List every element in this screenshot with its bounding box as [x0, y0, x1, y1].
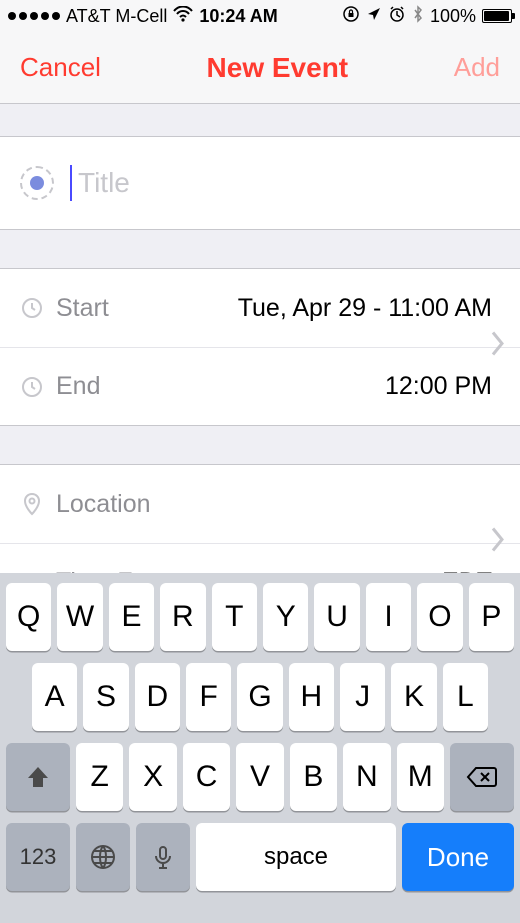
key-p[interactable]: P — [469, 583, 514, 651]
status-bar: AT&T M-Cell 10:24 AM 100% — [0, 0, 520, 32]
add-button[interactable]: Add — [454, 52, 500, 83]
kb-row-1: QWERTYUIOP — [6, 583, 514, 651]
wifi-icon — [173, 6, 193, 27]
key-d[interactable]: D — [135, 663, 180, 731]
status-left: AT&T M-Cell 10:24 AM — [8, 6, 278, 27]
key-w[interactable]: W — [57, 583, 102, 651]
bluetooth-icon — [412, 5, 424, 28]
key-r[interactable]: R — [160, 583, 205, 651]
key-u[interactable]: U — [314, 583, 359, 651]
page-title: New Event — [207, 52, 349, 84]
key-n[interactable]: N — [343, 743, 390, 811]
start-row[interactable]: Start Tue, Apr 29 - 11:00 AM — [0, 269, 520, 347]
key-x[interactable]: X — [129, 743, 176, 811]
key-h[interactable]: H — [289, 663, 334, 731]
signal-dots-icon — [8, 12, 60, 20]
location-arrow-icon — [366, 6, 382, 27]
key-t[interactable]: T — [212, 583, 257, 651]
cancel-button[interactable]: Cancel — [20, 52, 101, 83]
location-row[interactable]: Location — [0, 465, 520, 543]
title-input[interactable] — [70, 165, 500, 201]
status-time: 10:24 AM — [199, 6, 277, 27]
status-right: 100% — [342, 5, 512, 28]
battery-percent: 100% — [430, 6, 476, 27]
globe-key[interactable] — [76, 823, 130, 891]
key-a[interactable]: A — [32, 663, 77, 731]
start-value: Tue, Apr 29 - 11:00 AM — [186, 294, 500, 323]
key-f[interactable]: F — [186, 663, 231, 731]
key-s[interactable]: S — [83, 663, 128, 731]
date-section: Start Tue, Apr 29 - 11:00 AM End 12:00 P… — [0, 268, 520, 426]
key-l[interactable]: L — [443, 663, 488, 731]
start-label: Start — [56, 294, 186, 323]
carrier-label: AT&T M-Cell — [66, 6, 167, 27]
title-section — [0, 136, 520, 230]
space-key[interactable]: space — [196, 823, 396, 891]
key-g[interactable]: G — [237, 663, 282, 731]
keyboard: QWERTYUIOP ASDFGHJKL ZXCVBNM 123 space D… — [0, 573, 520, 923]
dictation-key[interactable] — [136, 823, 190, 891]
location-label: Location — [56, 490, 151, 519]
numbers-key[interactable]: 123 — [6, 823, 70, 891]
key-y[interactable]: Y — [263, 583, 308, 651]
kb-row-4: 123 space Done — [6, 823, 514, 891]
pin-icon — [20, 492, 56, 516]
alarm-icon — [388, 5, 406, 28]
battery-icon — [482, 9, 512, 23]
key-z[interactable]: Z — [76, 743, 123, 811]
shift-key[interactable] — [6, 743, 70, 811]
key-q[interactable]: Q — [6, 583, 51, 651]
key-c[interactable]: C — [183, 743, 230, 811]
key-m[interactable]: M — [397, 743, 444, 811]
key-k[interactable]: K — [391, 663, 436, 731]
key-v[interactable]: V — [236, 743, 283, 811]
key-e[interactable]: E — [109, 583, 154, 651]
key-o[interactable]: O — [417, 583, 462, 651]
nav-bar: Cancel New Event Add — [0, 32, 520, 104]
clock-icon — [20, 296, 56, 320]
key-j[interactable]: J — [340, 663, 385, 731]
chevron-right-icon — [490, 526, 506, 561]
chevron-right-icon — [490, 330, 506, 365]
clock-icon — [20, 375, 56, 399]
kb-row-3: ZXCVBNM — [6, 743, 514, 811]
done-key[interactable]: Done — [402, 823, 514, 891]
calendar-color-icon[interactable] — [20, 166, 54, 200]
end-row[interactable]: End 12:00 PM — [0, 347, 520, 425]
kb-row-2: ASDFGHJKL — [6, 663, 514, 731]
backspace-key[interactable] — [450, 743, 514, 811]
end-value: 12:00 PM — [186, 372, 500, 401]
key-b[interactable]: B — [290, 743, 337, 811]
key-i[interactable]: I — [366, 583, 411, 651]
orientation-lock-icon — [342, 5, 360, 28]
title-row[interactable] — [0, 137, 520, 229]
end-label: End — [56, 372, 186, 401]
